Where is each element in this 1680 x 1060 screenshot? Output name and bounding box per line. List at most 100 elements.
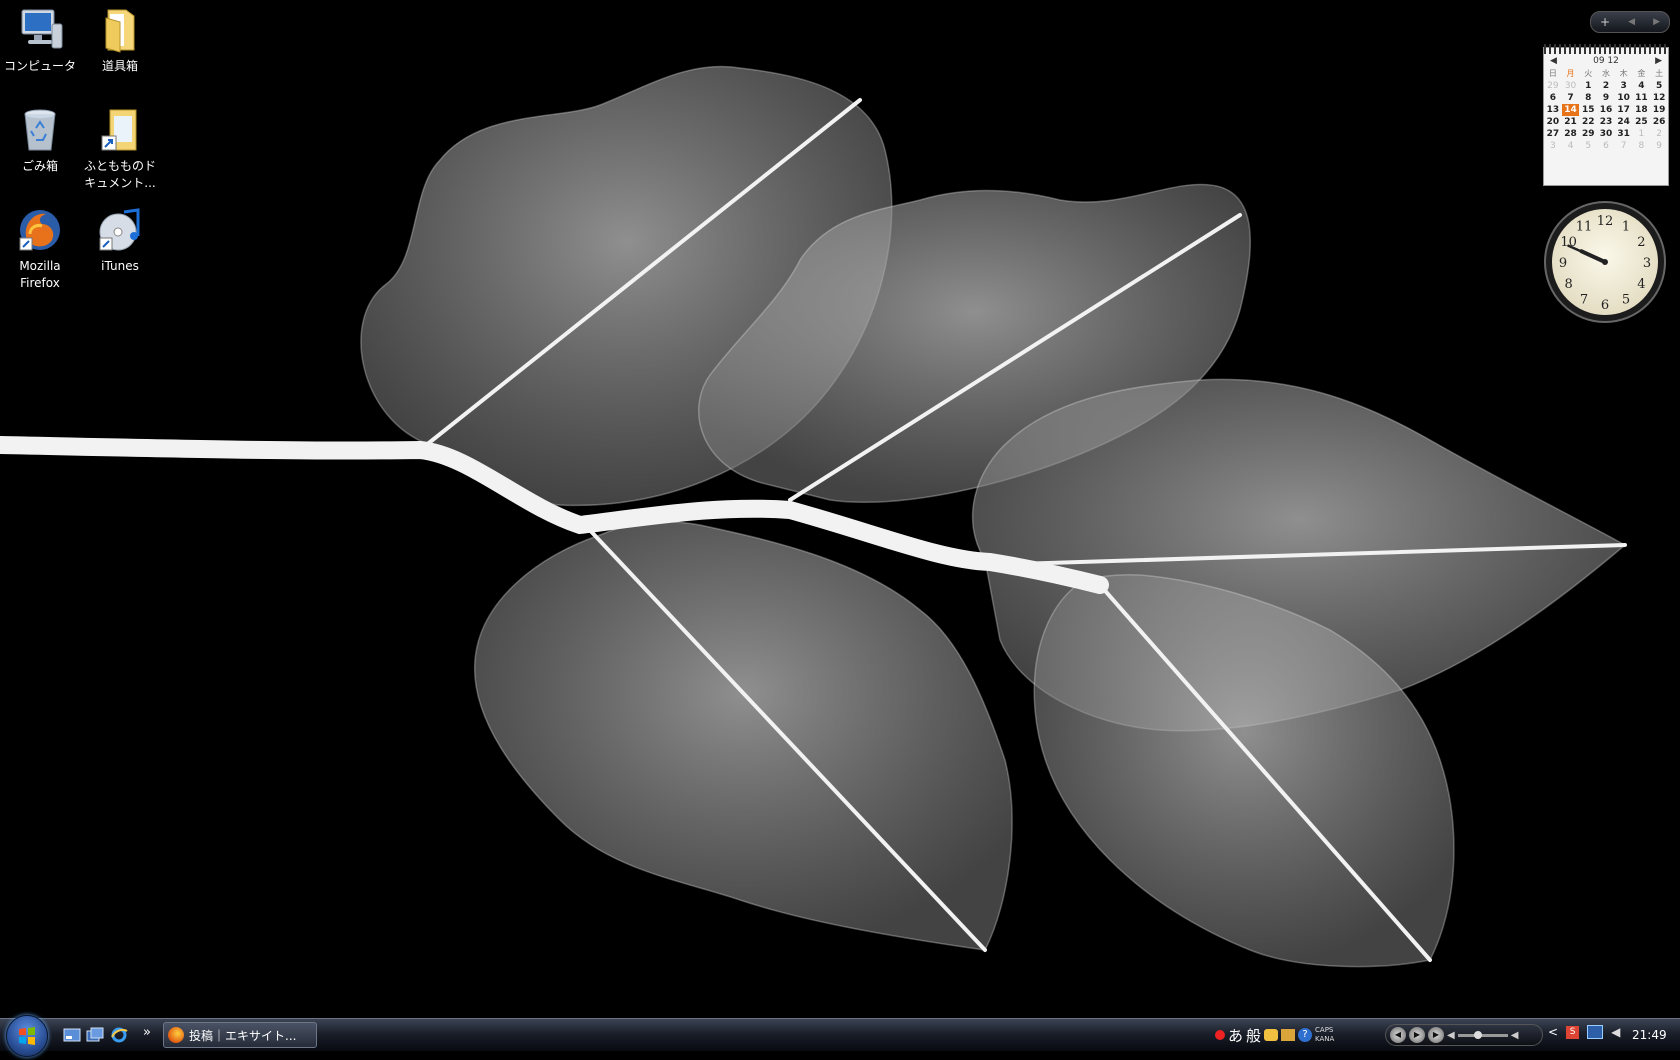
- calendar-day[interactable]: 9: [1650, 140, 1668, 152]
- media-player-toolbar: ◀ ▶ ▶ ◀ ◀: [1385, 1024, 1543, 1046]
- calendar-day[interactable]: 21: [1562, 116, 1580, 128]
- firefox-icon: [19, 210, 60, 251]
- clock-number: 12: [1597, 214, 1614, 229]
- calendar-day[interactable]: 6: [1597, 140, 1615, 152]
- taskbar-clock[interactable]: 21:49: [1632, 1028, 1667, 1042]
- calendar-day[interactable]: 16: [1597, 104, 1615, 116]
- calendar-day[interactable]: 4: [1633, 80, 1651, 92]
- computer-icon: [21, 9, 63, 49]
- ime-pad-icon[interactable]: [1264, 1029, 1279, 1041]
- calendar-day[interactable]: 4: [1562, 140, 1580, 152]
- network-icon[interactable]: [1587, 1025, 1604, 1039]
- show-hidden-icons-button[interactable]: <: [1548, 1025, 1558, 1039]
- weekday-header: 火: [1584, 69, 1593, 78]
- calendar-day[interactable]: 1: [1633, 128, 1651, 140]
- tray-app-icon[interactable]: S: [1566, 1025, 1580, 1039]
- calendar-day[interactable]: 18: [1633, 104, 1651, 116]
- calendar-day[interactable]: 19: [1650, 104, 1668, 116]
- show-desktop-icon[interactable]: [63, 1027, 81, 1043]
- calendar-day[interactable]: 28: [1562, 128, 1580, 140]
- desktop-icon-label: ふともものド キュメント...: [83, 159, 156, 190]
- calendar-day[interactable]: 23: [1597, 116, 1615, 128]
- calendar-day[interactable]: 15: [1579, 104, 1597, 116]
- volume-icon[interactable]: ◀: [1447, 1030, 1455, 1041]
- switch-windows-icon[interactable]: [86, 1027, 104, 1043]
- calendar-day[interactable]: 22: [1579, 116, 1597, 128]
- desktop-icon-firefox[interactable]: Mozilla Firefox: [0, 204, 80, 292]
- calendar-gadget[interactable]: ◀ 09 12 ▶ 日 月 火 水 木 金 土 29 30 1 2 3 4 5 …: [1543, 44, 1669, 186]
- play-icon[interactable]: ▶: [1409, 1027, 1425, 1043]
- calendar-day[interactable]: 29: [1544, 80, 1562, 92]
- calendar-day[interactable]: 12: [1650, 92, 1668, 104]
- next-page-button[interactable]: ▶: [1653, 17, 1660, 27]
- add-gadget-button[interactable]: +: [1600, 15, 1610, 29]
- calendar-day[interactable]: 26: [1650, 116, 1668, 128]
- calendar-day[interactable]: 25: [1633, 116, 1651, 128]
- desktop-icon-label: iTunes: [101, 259, 139, 273]
- calendar-next-month-button[interactable]: ▶: [1655, 56, 1662, 66]
- clock-gadget[interactable]: 12 1234567891011: [1543, 200, 1667, 324]
- calendar-day[interactable]: 5: [1579, 140, 1597, 152]
- calendar-day[interactable]: 11: [1633, 92, 1651, 104]
- weekday-header: 水: [1601, 69, 1610, 78]
- calendar-day[interactable]: 29: [1579, 128, 1597, 140]
- previous-track-icon[interactable]: ◀: [1390, 1027, 1406, 1043]
- clock-number: 2: [1637, 235, 1645, 250]
- calendar-day[interactable]: 8: [1633, 140, 1651, 152]
- calendar-day[interactable]: 30: [1562, 80, 1580, 92]
- calendar-month-label: 09 12: [1593, 56, 1619, 66]
- calendar-day[interactable]: 7: [1562, 92, 1580, 104]
- volume-slider[interactable]: [1457, 1030, 1508, 1039]
- calendar-day[interactable]: 8: [1579, 92, 1597, 104]
- calendar-day[interactable]: 1: [1579, 80, 1597, 92]
- desktop-icon-toolbox-folder[interactable]: 道具箱: [80, 4, 160, 75]
- calendar-day[interactable]: 10: [1615, 92, 1633, 104]
- quicklaunch-overflow-button[interactable]: »: [143, 1025, 151, 1040]
- next-track-icon[interactable]: ▶: [1428, 1027, 1444, 1043]
- calendar-day[interactable]: 5: [1650, 80, 1668, 92]
- clock-number: 9: [1559, 256, 1567, 271]
- desktop-icon-computer[interactable]: コンピュータ: [0, 4, 80, 75]
- calendar-grid: 日 月 火 水 木 金 土 29 30 1 2 3 4 5 6 7 8 9 10…: [1544, 68, 1668, 152]
- calendar-day[interactable]: 2: [1597, 80, 1615, 92]
- keyboard-lock-status: CAPS KANA: [1315, 1026, 1334, 1044]
- help-icon[interactable]: ?: [1298, 1028, 1313, 1042]
- ime-status-icon[interactable]: [1215, 1030, 1225, 1040]
- taskbar-button-firefox[interactable]: 投稿｜エキサイト...: [163, 1022, 317, 1048]
- desktop-icon-label: 道具箱: [101, 59, 138, 73]
- desktop-icon-documents[interactable]: ふともものド キュメント...: [80, 104, 160, 192]
- ime-input-mode[interactable]: あ: [1228, 1025, 1243, 1046]
- calendar-day[interactable]: 30: [1597, 128, 1615, 140]
- desktop-icon-label: Mozilla Firefox: [19, 259, 61, 290]
- calendar-day[interactable]: 24: [1615, 116, 1633, 128]
- calendar-day-today[interactable]: 14: [1561, 104, 1580, 116]
- calendar-day[interactable]: 9: [1597, 92, 1615, 104]
- clock-number: 11: [1576, 220, 1593, 235]
- ime-conversion-mode[interactable]: 般: [1246, 1025, 1261, 1046]
- documents-shortcut-icon: [101, 109, 137, 151]
- calendar-day[interactable]: 3: [1544, 140, 1562, 152]
- calendar-day[interactable]: 17: [1615, 104, 1633, 116]
- calendar-day[interactable]: 20: [1544, 116, 1562, 128]
- previous-page-button[interactable]: ◀: [1628, 17, 1635, 27]
- volume-slider-thumb[interactable]: [1473, 1030, 1482, 1039]
- internet-explorer-icon[interactable]: [110, 1027, 128, 1043]
- calendar-day[interactable]: 6: [1544, 92, 1562, 104]
- calendar-day[interactable]: 27: [1544, 128, 1562, 140]
- volume-icon[interactable]: ◀: [1511, 1030, 1519, 1041]
- calendar-day[interactable]: 13: [1544, 104, 1562, 116]
- calendar-day[interactable]: 31: [1615, 128, 1633, 140]
- desktop-icon-recycle-bin[interactable]: ごみ箱: [0, 104, 80, 175]
- taskbar: » 投稿｜エキサイト... あ 般 ? CAPS KANA ◀ ▶ ▶ ◀ ◀ …: [0, 1015, 1680, 1057]
- weekday-header: 金: [1637, 69, 1646, 78]
- calendar-prev-month-button[interactable]: ◀: [1550, 56, 1557, 66]
- calendar-day[interactable]: 2: [1650, 128, 1668, 140]
- clock-number: 6: [1601, 298, 1609, 313]
- ime-toolbox-icon[interactable]: [1281, 1029, 1296, 1041]
- speaker-icon[interactable]: ◀: [1611, 1025, 1620, 1039]
- calendar-day[interactable]: 7: [1615, 140, 1633, 152]
- desktop-icon-itunes[interactable]: iTunes: [80, 204, 160, 275]
- start-button[interactable]: [6, 1015, 48, 1057]
- taskbar-button-label: 投稿｜エキサイト...: [189, 1028, 297, 1043]
- calendar-day[interactable]: 3: [1615, 80, 1633, 92]
